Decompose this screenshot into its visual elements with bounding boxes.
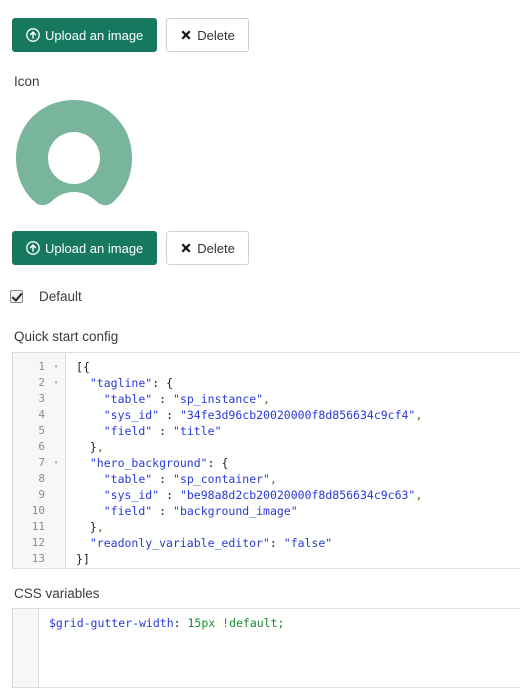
gutter-row: 6	[13, 439, 65, 455]
quick-start-config-label: Quick start config	[14, 329, 119, 344]
gutter-row: 4	[13, 407, 65, 423]
line-number: 5	[38, 424, 45, 437]
fold-toggle-icon[interactable]: ▾	[47, 359, 65, 375]
fold-toggle-icon[interactable]: ▾	[47, 375, 65, 391]
line-number: 10	[31, 504, 45, 517]
icon-delete-button-label: Delete	[197, 240, 235, 256]
default-checkbox-label: Default	[39, 289, 82, 304]
gutter-row: 5	[13, 423, 65, 439]
logo-upload-button-row: Upload an image Delete	[0, 18, 249, 52]
line-number: 12	[31, 536, 45, 549]
code-line: "table" : "sp_container",	[103, 472, 277, 486]
code-line: [{	[76, 360, 90, 374]
code-line: "readonly_variable_editor": "false"	[89, 536, 333, 550]
gutter-row: 10	[13, 503, 65, 519]
icon-upload-button-row: Upload an image Delete	[0, 231, 249, 265]
logo-preview-fragment	[104, 0, 126, 8]
code-line: },	[89, 520, 104, 534]
default-checkbox-row: Default	[0, 289, 82, 304]
quick-start-config-editor[interactable]: 1 ▾ 2 ▾ 3 4 5 6 7 ▾ 8 9 10 11 12 13 [{ "tagline": { "ta…	[12, 352, 520, 569]
gutter-row: 11	[13, 519, 65, 535]
code-line: "field" : "background_image"	[103, 504, 298, 518]
code-line: "table" : "sp_instance",	[103, 392, 270, 406]
gutter-row: 3	[13, 391, 65, 407]
close-x-icon	[180, 242, 192, 254]
logo-ring-shape	[104, 0, 126, 8]
code-line: "field" : "title"	[103, 424, 222, 438]
upload-circle-arrow-icon	[26, 241, 40, 255]
scss-value: 15px	[187, 616, 216, 630]
code-line: "sys_id" : "be98a8d2cb20020000f8d856634c…	[103, 488, 423, 502]
servicenow-q-logo-icon	[16, 100, 132, 206]
line-number: 13	[31, 552, 45, 565]
logo-upload-button-label: Upload an image	[45, 27, 144, 43]
line-number: 9	[38, 488, 45, 501]
icon-delete-button[interactable]: Delete	[166, 231, 249, 265]
logo-delete-button[interactable]: Delete	[166, 18, 249, 52]
line-number: 7	[38, 456, 45, 469]
code-line: "sys_id" : "34fe3d96cb20020000f8d856634c…	[103, 408, 423, 422]
css-variables-gutter	[13, 609, 39, 687]
gutter-row: 2 ▾	[13, 375, 65, 391]
line-number: 8	[38, 472, 45, 485]
gutter-row: 8	[13, 471, 65, 487]
gutter-row: 13	[13, 551, 65, 567]
css-variables-label: CSS variables	[14, 586, 100, 601]
icon-section-label: Icon	[14, 74, 40, 89]
gutter-row: 12	[13, 535, 65, 551]
line-number: 6	[38, 440, 45, 453]
default-checkbox[interactable]	[10, 290, 23, 303]
icon-preview-image	[12, 98, 136, 220]
code-line: },	[89, 440, 104, 454]
scss-default-flag: !default	[222, 616, 278, 630]
code-line: $grid-gutter-width: 15px !default;	[49, 616, 285, 630]
quick-start-config-gutter: 1 ▾ 2 ▾ 3 4 5 6 7 ▾ 8 9 10 11 12 13	[13, 353, 66, 568]
line-number: 1	[38, 360, 45, 373]
line-number: 11	[31, 520, 45, 533]
logo-upload-an-image-button[interactable]: Upload an image	[12, 18, 158, 52]
logo-delete-button-label: Delete	[197, 27, 235, 43]
line-number: 2	[38, 376, 45, 389]
line-number: 3	[38, 392, 45, 405]
code-line: "tagline": {	[89, 376, 173, 390]
fold-toggle-icon[interactable]: ▾	[47, 455, 65, 471]
css-variables-editor[interactable]: $grid-gutter-width: 15px !default;	[12, 608, 520, 688]
upload-circle-arrow-icon	[26, 28, 40, 42]
line-number: 4	[38, 408, 45, 421]
gutter-row: 1 ▾	[13, 359, 65, 375]
close-x-icon	[180, 29, 192, 41]
gutter-row: 9	[13, 487, 65, 503]
gutter-row: 7 ▾	[13, 455, 65, 471]
icon-upload-an-image-button[interactable]: Upload an image	[12, 231, 158, 265]
icon-upload-button-label: Upload an image	[45, 240, 144, 256]
quick-start-config-code-area[interactable]: [{ "tagline": { "table" : "sp_instance",…	[66, 353, 520, 568]
code-line: }]	[76, 552, 90, 566]
code-line: "hero_background": {	[89, 456, 229, 470]
scss-variable: $grid-gutter-width	[49, 616, 174, 630]
css-variables-code-area[interactable]: $grid-gutter-width: 15px !default;	[39, 609, 520, 687]
